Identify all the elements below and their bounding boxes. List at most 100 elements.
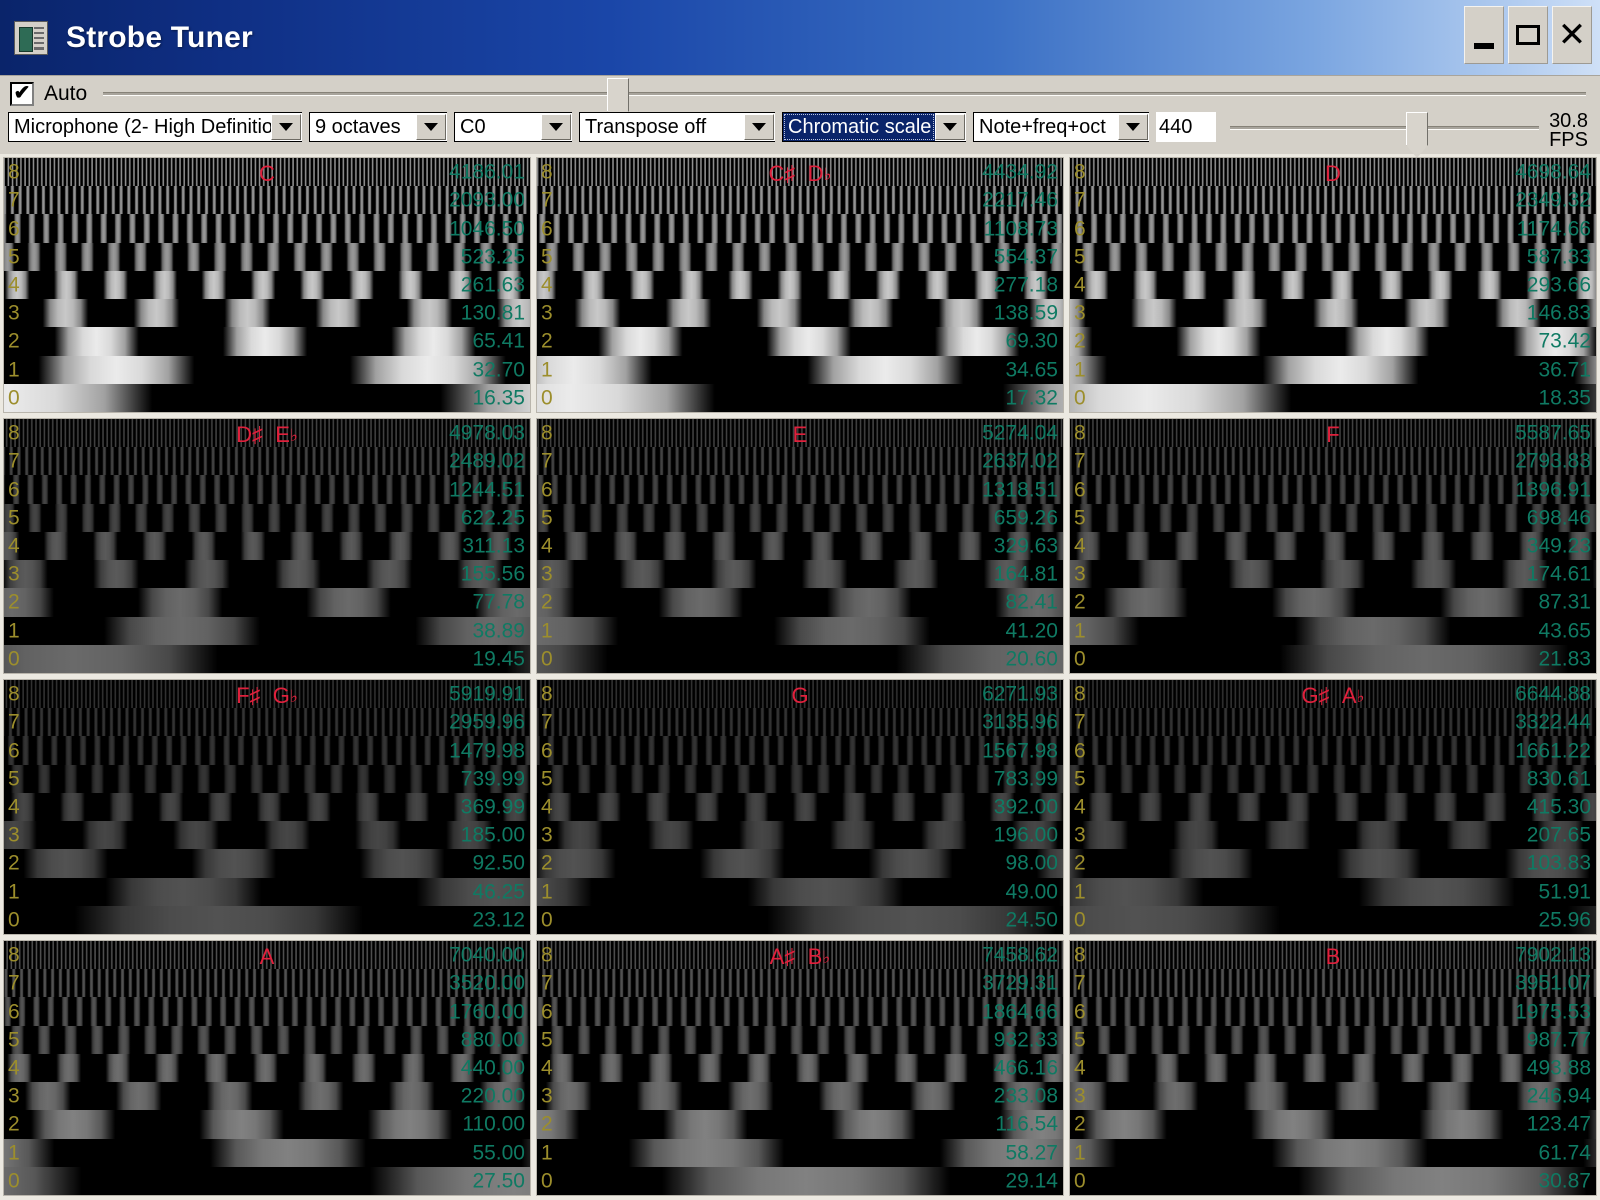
strobe-panel[interactable]: 84978.0372489.0261244.515622.254311.1331… [3,418,531,674]
strobe-octave-row: 86271.93 [537,680,1063,708]
strobe-stripe-band [537,356,1063,384]
strobe-stripe-band [537,504,1063,532]
strobe-octave-row: 292.50 [4,849,530,877]
close-button[interactable]: ✕ [1552,6,1592,64]
strobe-octave-row: 4261.63 [4,271,530,299]
strobe-stripe-band [4,186,530,214]
strobe-octave-row: 61567.98 [537,736,1063,764]
strobe-stripe-band [537,560,1063,588]
chevron-down-icon[interactable] [416,114,446,140]
brightness-slider[interactable] [1230,126,1539,130]
close-icon: ✕ [1558,18,1587,52]
strobe-octave-row: 5739.99 [4,765,530,793]
strobe-stripe-band [1070,158,1596,186]
strobe-panel[interactable]: 85274.0472637.0261318.515659.264329.6331… [536,418,1064,674]
strobe-stripe-band [537,243,1063,271]
strobe-panel[interactable]: 87458.6273729.3161864.665932.334466.1632… [536,940,1064,1196]
toolbar-row-controls: Microphone (2- High Definition 9 octaves… [0,112,1600,154]
strobe-panel[interactable]: 84434.9272217.4661108.735554.374277.1831… [536,157,1064,413]
auto-checkbox[interactable]: ✔ [10,82,34,106]
strobe-stripe-band [1070,384,1596,412]
brightness-slider-thumb[interactable] [1406,112,1428,146]
input-device-select[interactable]: Microphone (2- High Definition [8,112,302,142]
strobe-stripe-band [4,560,530,588]
strobe-octave-row: 84186.01 [4,158,530,186]
strobe-stripe-band [537,588,1063,616]
strobe-octave-row: 5783.99 [537,765,1063,793]
strobe-octave-row: 3138.59 [537,299,1063,327]
strobe-panel[interactable]: 86271.9373135.9661567.985783.994392.0031… [536,679,1064,935]
window-title: Strobe Tuner [66,21,253,55]
strobe-octave-row: 143.65 [1070,617,1596,645]
chevron-down-icon[interactable] [935,114,965,140]
strobe-octave-row: 024.50 [537,906,1063,934]
strobe-octave-row: 4293.66 [1070,271,1596,299]
strobe-octave-row: 3155.56 [4,560,530,588]
strobe-octave-row: 4329.63 [537,532,1063,560]
checkmark-icon: ✔ [14,83,31,103]
chevron-down-icon[interactable] [271,114,301,140]
strobe-stripe-band [537,941,1063,969]
chevron-down-icon[interactable] [1118,114,1148,140]
strobe-octave-row: 023.12 [4,906,530,934]
strobe-octave-row: 2103.83 [1070,849,1596,877]
sensitivity-slider-thumb[interactable] [607,78,629,112]
key-select[interactable]: C0 [454,112,572,142]
title-bar: Strobe Tuner ✕ [0,0,1600,76]
reference-frequency-input[interactable]: 440 [1156,112,1216,142]
transpose-value: Transpose off [580,113,744,141]
strobe-stripe-band [1070,532,1596,560]
strobe-octave-row: 149.00 [537,878,1063,906]
strobe-stripe-band [4,736,530,764]
strobe-panel[interactable]: 85587.6572793.8361396.915698.464349.2331… [1069,418,1597,674]
strobe-stripe-band [537,1167,1063,1195]
strobe-stripe-band [537,765,1063,793]
strobe-panel-grid: 84186.0172093.0061046.505523.254261.6331… [0,154,1600,1200]
strobe-stripe-band [537,1139,1063,1167]
scale-value: Chromatic scale [783,113,935,141]
strobe-panel[interactable]: 87040.0073520.0061760.005880.004440.0032… [3,940,531,1196]
strobe-stripe-band [537,878,1063,906]
strobe-panel[interactable]: 85919.9172959.9661479.985739.994369.9931… [3,679,531,935]
minimize-icon [1474,43,1494,49]
strobe-octave-row: 016.35 [4,384,530,412]
strobe-octave-row: 61975.53 [1070,997,1596,1025]
strobe-stripe-band [1070,736,1596,764]
strobe-stripe-band [4,1082,530,1110]
maximize-button[interactable] [1508,6,1548,64]
scale-select[interactable]: Chromatic scale [782,112,966,142]
chevron-down-icon[interactable] [744,114,774,140]
strobe-octave-row: 5587.33 [1070,243,1596,271]
app-window-icon [14,21,48,55]
strobe-octave-row: 5659.26 [537,504,1063,532]
strobe-panel[interactable]: 84186.0172093.0061046.505523.254261.6331… [3,157,531,413]
strobe-stripe-band [1070,588,1596,616]
display-mode-select[interactable]: Note+freq+oct [973,112,1149,142]
strobe-octave-row: 265.41 [4,327,530,355]
strobe-tuner-window: Strobe Tuner ✕ ✔ Auto Microp [0,0,1600,1200]
strobe-stripe-band [1070,849,1596,877]
strobe-stripe-band [537,475,1063,503]
strobe-stripe-band [4,214,530,242]
octaves-select[interactable]: 9 octaves [309,112,447,142]
strobe-stripe-band [1070,186,1596,214]
strobe-stripe-band [537,680,1063,708]
strobe-stripe-band [1070,617,1596,645]
strobe-octave-row: 85274.04 [537,419,1063,447]
strobe-octave-row: 287.31 [1070,588,1596,616]
strobe-panel[interactable]: 86644.8873322.4461661.225830.614415.3032… [1069,679,1597,935]
sensitivity-slider[interactable] [103,92,1586,96]
strobe-panel[interactable]: 84698.6472349.3261174.665587.334293.6631… [1069,157,1597,413]
strobe-octave-row: 61046.50 [4,214,530,242]
strobe-panel[interactable]: 87902.1373951.0761975.535987.774493.8832… [1069,940,1597,1196]
minimize-button[interactable] [1464,6,1504,64]
strobe-stripe-band [537,384,1063,412]
chevron-down-icon[interactable] [541,114,571,140]
transpose-select[interactable]: Transpose off [579,112,775,142]
strobe-octave-row: 84978.03 [4,419,530,447]
strobe-stripe-band [4,299,530,327]
strobe-stripe-band [4,765,530,793]
strobe-octave-row: 3185.00 [4,821,530,849]
strobe-octave-row: 4466.16 [537,1054,1063,1082]
strobe-stripe-band [1070,878,1596,906]
